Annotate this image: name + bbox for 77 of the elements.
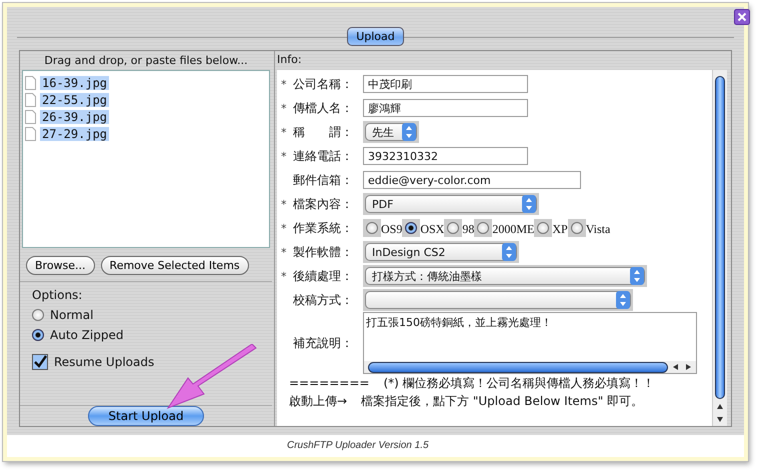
stepper-arrows-icon bbox=[402, 123, 416, 141]
vertical-scrollbar[interactable] bbox=[712, 70, 727, 426]
required-mark: * bbox=[281, 102, 288, 114]
field-label: 製作軟體： bbox=[293, 244, 354, 260]
file-item[interactable]: 22-55.jpg bbox=[40, 92, 110, 106]
browse-button[interactable]: Browse... bbox=[26, 256, 95, 276]
required-mark: * bbox=[281, 198, 288, 210]
required-mark: * bbox=[281, 78, 288, 90]
info-label: Info: bbox=[276, 52, 303, 68]
file-item[interactable]: 26-39.jpg bbox=[40, 110, 110, 124]
required-mark: * bbox=[281, 270, 288, 282]
scroll-arrows-icon[interactable] bbox=[672, 363, 692, 371]
upload-tab[interactable]: Upload bbox=[347, 27, 404, 46]
field-label: 補充說明： bbox=[293, 334, 354, 352]
option-label: 98 bbox=[462, 222, 474, 237]
horizontal-scrollbar[interactable] bbox=[364, 361, 696, 373]
field-label: 傳檔人名： bbox=[293, 100, 354, 116]
option-label: XP bbox=[552, 222, 568, 237]
radio-button[interactable] bbox=[405, 222, 418, 234]
field-label: 校稿方式： bbox=[293, 292, 354, 308]
start-upload-button[interactable]: Start Upload bbox=[88, 406, 204, 426]
stepper-arrows-icon bbox=[616, 291, 630, 309]
document-icon bbox=[25, 110, 36, 124]
version-text: CrushFTP Uploader Version 1.5 bbox=[7, 435, 744, 457]
radio-button[interactable] bbox=[537, 222, 550, 234]
required-mark: * bbox=[281, 150, 288, 162]
input-field[interactable]: 中茂印刷 bbox=[363, 75, 528, 93]
radio-button[interactable] bbox=[32, 329, 44, 342]
dropdown[interactable] bbox=[365, 291, 631, 309]
field-label: 後續處理： bbox=[293, 268, 354, 284]
dropdown[interactable]: InDesign CS2 bbox=[365, 243, 517, 261]
required-mark: * bbox=[281, 222, 288, 234]
stepper-arrows-icon bbox=[630, 267, 644, 285]
file-item[interactable]: 27-29.jpg bbox=[40, 126, 110, 140]
radio-button[interactable] bbox=[570, 222, 583, 234]
note-text: 檔案指定後，點下方 "Upload Below Items" 即可。 bbox=[361, 392, 644, 410]
radio-button[interactable] bbox=[447, 222, 460, 234]
option-label: Auto Zipped bbox=[50, 328, 124, 342]
input-field[interactable]: eddie@very-color.com bbox=[363, 171, 581, 189]
note-lead: ======== bbox=[289, 376, 370, 390]
dropdown[interactable]: 先生 bbox=[365, 123, 417, 141]
dropdown[interactable]: 打樣方式：傳統油墨樣 bbox=[365, 267, 645, 285]
note-lead: 啟動上傳→ bbox=[289, 392, 348, 410]
checkbox-label: Resume Uploads bbox=[54, 355, 154, 370]
options-label: Options: bbox=[32, 288, 84, 302]
radio-button[interactable] bbox=[366, 222, 378, 234]
radio-button[interactable] bbox=[477, 222, 490, 234]
input-field[interactable]: 廖鴻輝 bbox=[363, 99, 528, 117]
stepper-arrows-icon bbox=[502, 243, 516, 261]
field-label: 作業系統： bbox=[293, 220, 354, 236]
field-label: 稱 謂： bbox=[293, 124, 354, 140]
radio-button[interactable] bbox=[32, 309, 44, 322]
close-icon[interactable] bbox=[734, 9, 750, 25]
option-label: OSX bbox=[420, 222, 444, 237]
document-icon bbox=[25, 92, 36, 106]
option-label: 2000ME bbox=[492, 222, 534, 237]
dropdown[interactable]: PDF bbox=[365, 195, 537, 213]
field-label: 檔案內容： bbox=[293, 196, 354, 212]
remove-button[interactable]: Remove Selected Items bbox=[100, 256, 249, 276]
document-icon bbox=[25, 126, 36, 140]
option-label: OS9 bbox=[381, 222, 402, 237]
required-mark: * bbox=[281, 246, 288, 258]
field-label: 公司名稱： bbox=[293, 76, 354, 92]
field-label: 連絡電話： bbox=[293, 148, 354, 164]
scroll-arrows-icon[interactable] bbox=[716, 403, 724, 423]
required-mark: * bbox=[281, 126, 288, 138]
file-item[interactable]: 16-39.jpg bbox=[40, 76, 110, 90]
document-icon bbox=[25, 76, 36, 90]
input-field[interactable]: 3932310332 bbox=[363, 147, 528, 165]
drop-hint: Drag and drop, or paste files below... bbox=[43, 53, 249, 69]
note-text: (*) 欄位務必填寫！公司名稱與傳檔人務必填寫！！ bbox=[383, 374, 655, 392]
checkbox[interactable] bbox=[32, 354, 48, 370]
option-label: Vista bbox=[586, 222, 610, 237]
option-label: Normal bbox=[50, 308, 94, 322]
stepper-arrows-icon bbox=[522, 195, 536, 213]
field-label: 郵件信箱： bbox=[293, 172, 354, 188]
text-area[interactable]: 打五張150磅特銅紙，並上霧光處理！ bbox=[363, 312, 697, 374]
